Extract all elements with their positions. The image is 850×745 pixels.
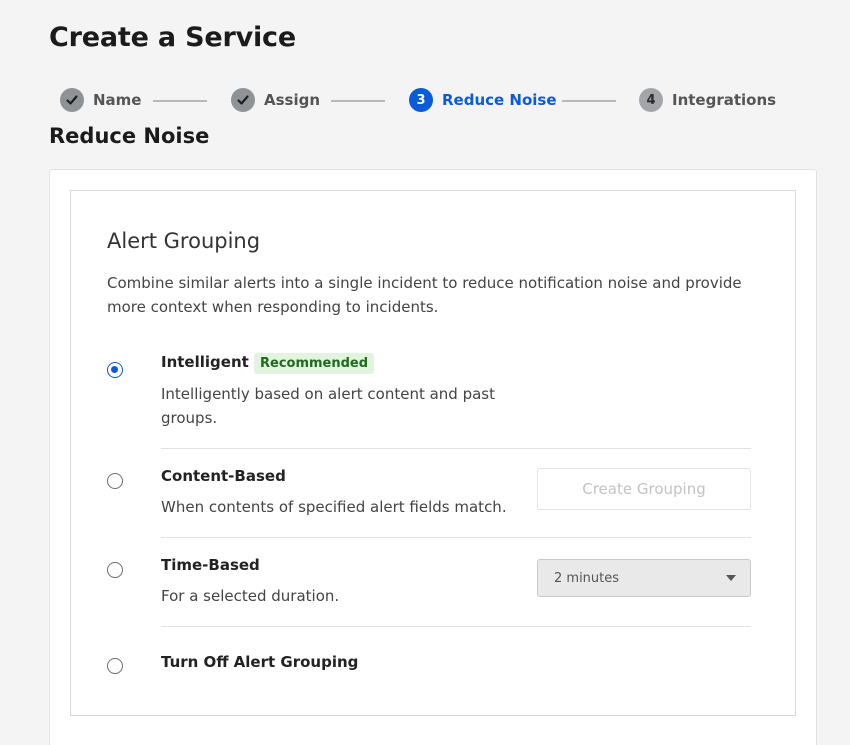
- page-title: Create a Service: [49, 22, 296, 53]
- step-label: Integrations: [672, 91, 777, 109]
- duration-select[interactable]: 2 minutes: [537, 559, 751, 597]
- alert-grouping-description: Combine similar alerts into a single inc…: [107, 274, 742, 316]
- step-label: Reduce Noise: [442, 91, 557, 109]
- radio-time-based[interactable]: [107, 562, 123, 578]
- alert-grouping-panel: Alert Grouping Combine similar alerts in…: [70, 190, 796, 716]
- option-description: Intelligently based on alert content and…: [161, 385, 495, 427]
- divider: [161, 537, 751, 538]
- reduce-noise-card: Alert Grouping Combine similar alerts in…: [49, 169, 817, 745]
- step-integrations[interactable]: 4 Integrations: [639, 87, 776, 113]
- step-connector: [331, 100, 385, 102]
- divider: [161, 626, 751, 627]
- checkmark-icon: [60, 88, 84, 112]
- divider: [161, 448, 751, 449]
- radio-intelligent[interactable]: [107, 362, 123, 378]
- create-grouping-button[interactable]: Create Grouping: [537, 468, 751, 510]
- stepper: Name Assign 3 Reduce Noise 4 Integration…: [60, 87, 780, 113]
- step-name[interactable]: Name: [60, 87, 141, 113]
- step-reduce-noise[interactable]: 3 Reduce Noise: [409, 87, 557, 113]
- option-title: Time-Based: [161, 556, 260, 574]
- recommended-badge: Recommended: [254, 353, 375, 374]
- duration-select-value: 2 minutes: [554, 570, 620, 586]
- option-turn-off: Turn Off Alert Grouping: [107, 653, 751, 683]
- step-connector: [153, 100, 207, 102]
- step-connector: [562, 100, 616, 102]
- step-assign[interactable]: Assign: [231, 87, 320, 113]
- option-title: Content-Based: [161, 467, 286, 485]
- section-title: Reduce Noise: [49, 124, 210, 148]
- radio-turn-off[interactable]: [107, 658, 123, 674]
- chevron-down-icon: [726, 575, 736, 581]
- option-description: When contents of specified alert fields …: [161, 498, 507, 516]
- step-label: Assign: [264, 91, 321, 109]
- option-title: Turn Off Alert Grouping: [161, 653, 359, 671]
- option-description: For a selected duration.: [161, 587, 340, 605]
- step-number: 3: [409, 88, 433, 112]
- option-title: Intelligent: [161, 353, 249, 371]
- checkmark-icon: [231, 88, 255, 112]
- option-intelligent: Intelligent Recommended Intelligently ba…: [107, 353, 751, 449]
- step-number: 4: [639, 88, 663, 112]
- alert-grouping-title: Alert Grouping: [107, 229, 261, 253]
- radio-content-based[interactable]: [107, 473, 123, 489]
- step-label: Name: [93, 91, 142, 109]
